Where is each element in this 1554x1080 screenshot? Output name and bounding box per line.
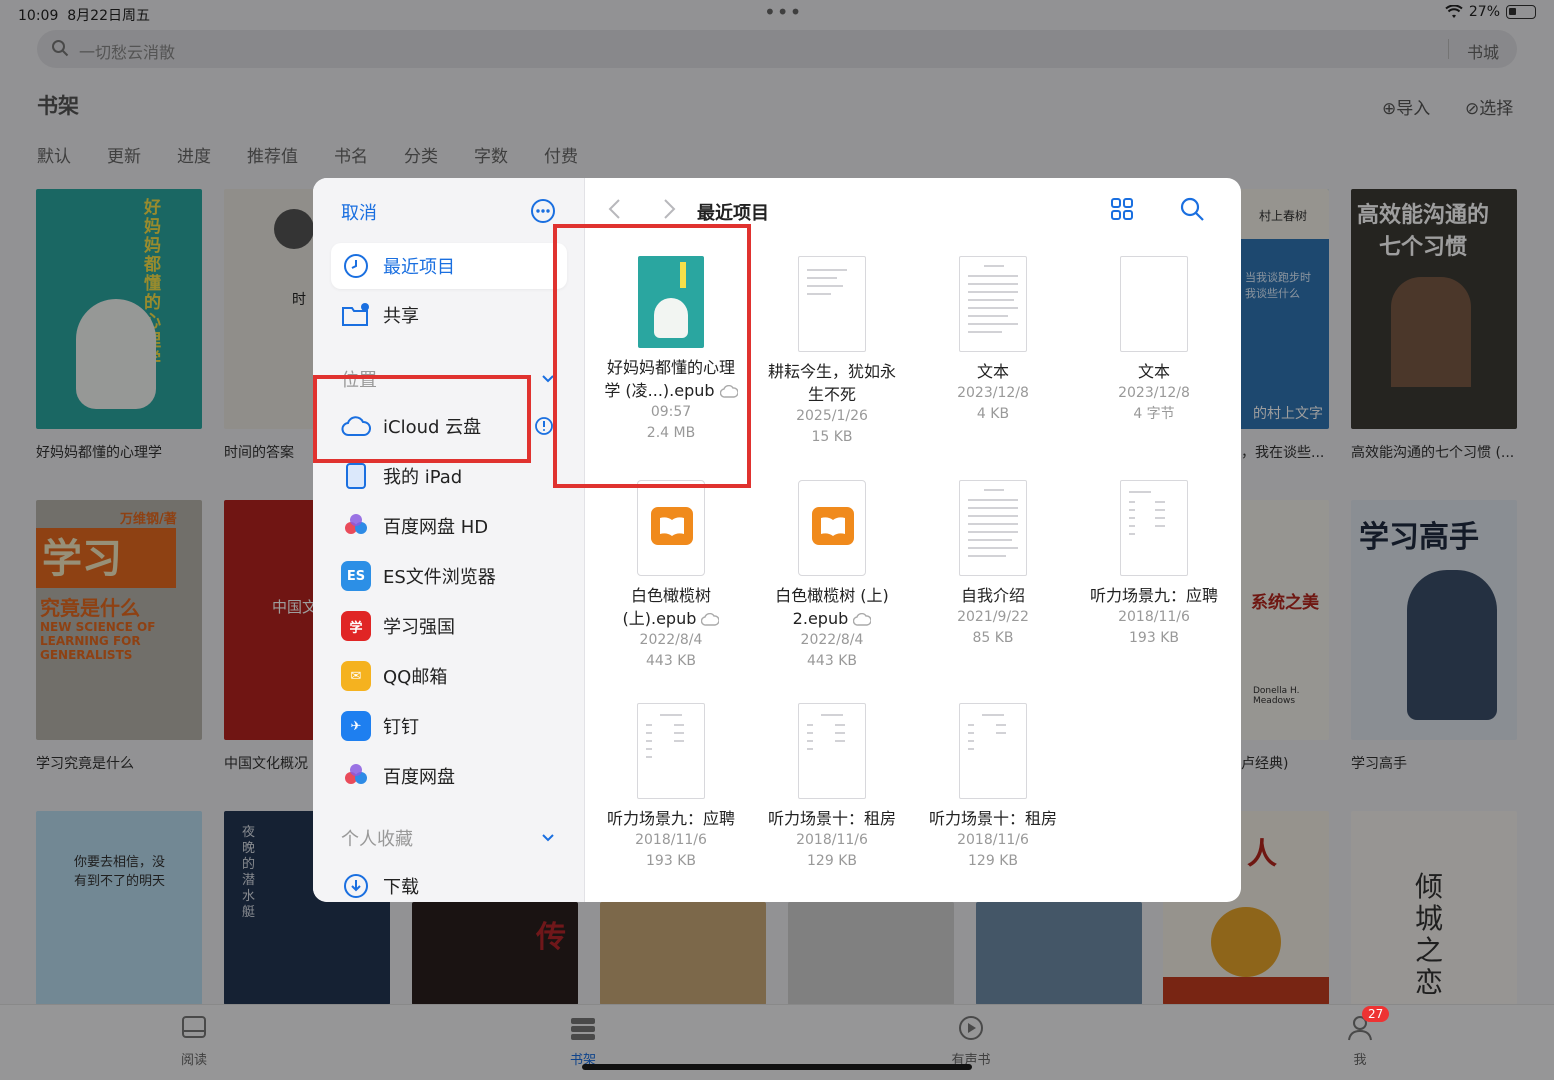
sidebar-item-xuexi[interactable]: 学 学习强国 [331,603,567,649]
sidebar-item-recent[interactable]: 最近项目 [331,243,567,289]
chevron-left-icon[interactable] [607,198,623,220]
file-size: 193 KB [1129,630,1179,646]
file-name: 耕耘今生，犹如永 生不死 [767,362,896,404]
sidebar-item-label: ES文件浏览器 [383,567,496,588]
file-name: 听力场景九：应聘 [1089,586,1218,605]
sidebar-item-shared[interactable]: 共享 [331,292,567,338]
file-item[interactable]: 听力场景十：租房 2018/11/6 129 KB [918,703,1068,872]
file-name: 听力场景十：租房 [767,809,896,828]
sidebar-item-label: 钉钉 [383,717,419,738]
document-thumbnail [959,480,1027,576]
file-date: 2025/1/26 [796,408,868,424]
file-date: 2023/12/8 [957,385,1029,401]
file-date: 2022/8/4 [639,632,703,648]
cloud-download-icon [701,613,720,626]
es-file-icon: ES [341,561,371,591]
document-thumbnail [959,703,1027,799]
file-item[interactable]: 耕耘今生，犹如永 生不死 2025/1/26 15 KB [757,256,907,448]
file-date: 2022/8/4 [800,632,864,648]
file-item[interactable]: 文本 2023/12/8 4 KB [918,256,1068,425]
sidebar-item-label: 学习强国 [383,617,455,638]
picker-sidebar: 取消 最近项目 共享 位置 iCloud 云盘 我的 iPad 百度网盘 HD … [313,178,585,902]
section-header-favorites: 个人收藏 [341,829,413,850]
file-size: 129 KB [807,853,857,869]
file-name: 听力场景十：租房 [928,809,1057,828]
chevron-down-icon[interactable] [541,831,555,845]
sidebar-item-label: 百度网盘 HD [383,517,489,538]
sidebar-item-label: 共享 [383,306,419,327]
epub-thumbnail [637,480,705,576]
notification-badge: 27 [1362,1006,1390,1022]
sidebar-item-label: 百度网盘 [383,767,455,788]
file-size: 443 KB [646,653,696,669]
file-date: 2018/11/6 [796,832,868,848]
mail-icon: ✉ [341,661,371,691]
book-icon [660,517,684,536]
file-item[interactable]: 听力场景十：租房 2018/11/6 129 KB [757,703,907,872]
download-icon [344,874,368,898]
sidebar-item-downloads[interactable]: 下载 [331,863,567,902]
file-item[interactable]: 白色橄榄树 (上) 2.epub 2022/8/4 443 KB [757,480,907,672]
file-item[interactable]: 文本 2023/12/8 4 字节 [1079,256,1229,425]
chevron-right-icon[interactable] [661,198,677,220]
home-indicator[interactable] [582,1064,972,1070]
more-icon[interactable] [530,198,556,224]
file-size: 129 KB [968,853,1018,869]
file-name: 白色橄榄树 (上) 2.epub [775,586,889,628]
file-date: 2018/11/6 [957,832,1029,848]
file-date: 2021/9/22 [957,609,1029,625]
ipad-icon [346,463,366,489]
file-size: 193 KB [646,853,696,869]
file-item[interactable]: 听力场景九：应聘 2018/11/6 193 KB [1079,480,1229,649]
file-name: 白色橄榄树 (上).epub [596,584,746,630]
clock-icon [344,254,368,278]
file-size: 443 KB [807,653,857,669]
file-size: 15 KB [811,429,853,445]
file-name: 文本 [976,362,1009,381]
sidebar-item-dingtalk[interactable]: ✈ 钉钉 [331,703,567,749]
file-size: 4 字节 [1133,406,1175,422]
file-date: 2023/12/8 [1118,385,1190,401]
cancel-button[interactable]: 取消 [341,199,377,225]
sidebar-item-label: 我的 iPad [383,467,463,488]
search-icon[interactable] [1179,196,1205,222]
file-picker: 取消 最近项目 共享 位置 iCloud 云盘 我的 iPad 百度网盘 HD … [313,178,1241,902]
document-thumbnail [1120,256,1188,352]
file-size: 85 KB [972,630,1014,646]
xuexi-icon: 学 [341,611,371,641]
file-name: 听力场景九：应聘 [606,809,735,828]
highlight-box-icloud [313,375,531,463]
sidebar-item-qqmail[interactable]: ✉ QQ邮箱 [331,653,567,699]
dingtalk-icon: ✈ [341,711,371,741]
file-date: 2018/11/6 [635,832,707,848]
sidebar-item-baidu[interactable]: 百度网盘 [331,753,567,799]
baidu-netdisk-icon [345,764,367,784]
sidebar-item-baidu-hd[interactable]: 百度网盘 HD [331,503,567,549]
file-name: 文本 [1137,362,1170,381]
file-item[interactable]: 自我介绍 2021/9/22 85 KB [918,480,1068,649]
book-icon [821,517,845,536]
document-thumbnail [959,256,1027,352]
file-item[interactable]: 白色橄榄树 (上).epub 2022/8/4 443 KB [596,480,746,672]
document-thumbnail [1120,480,1188,576]
shared-folder-icon [342,303,369,326]
file-item[interactable]: 听力场景九：应聘 2018/11/6 193 KB [596,703,746,872]
sync-icon [535,417,553,435]
document-thumbnail [798,256,866,352]
file-size: 4 KB [976,406,1010,422]
sidebar-item-label: 下载 [383,877,419,898]
file-date: 2018/11/6 [1118,609,1190,625]
file-name: 自我介绍 [960,586,1025,605]
highlight-box-file [553,224,751,488]
picker-title: 最近项目 [697,203,769,224]
baidu-netdisk-icon [345,514,367,534]
grid-view-icon[interactable] [1110,197,1134,221]
sidebar-item-label: QQ邮箱 [383,667,448,688]
cloud-download-icon [853,613,872,626]
sidebar-item-label: 最近项目 [383,257,455,278]
epub-thumbnail [798,480,866,576]
document-thumbnail [637,703,705,799]
sidebar-item-es-file[interactable]: ES ES文件浏览器 [331,553,567,599]
document-thumbnail [798,703,866,799]
